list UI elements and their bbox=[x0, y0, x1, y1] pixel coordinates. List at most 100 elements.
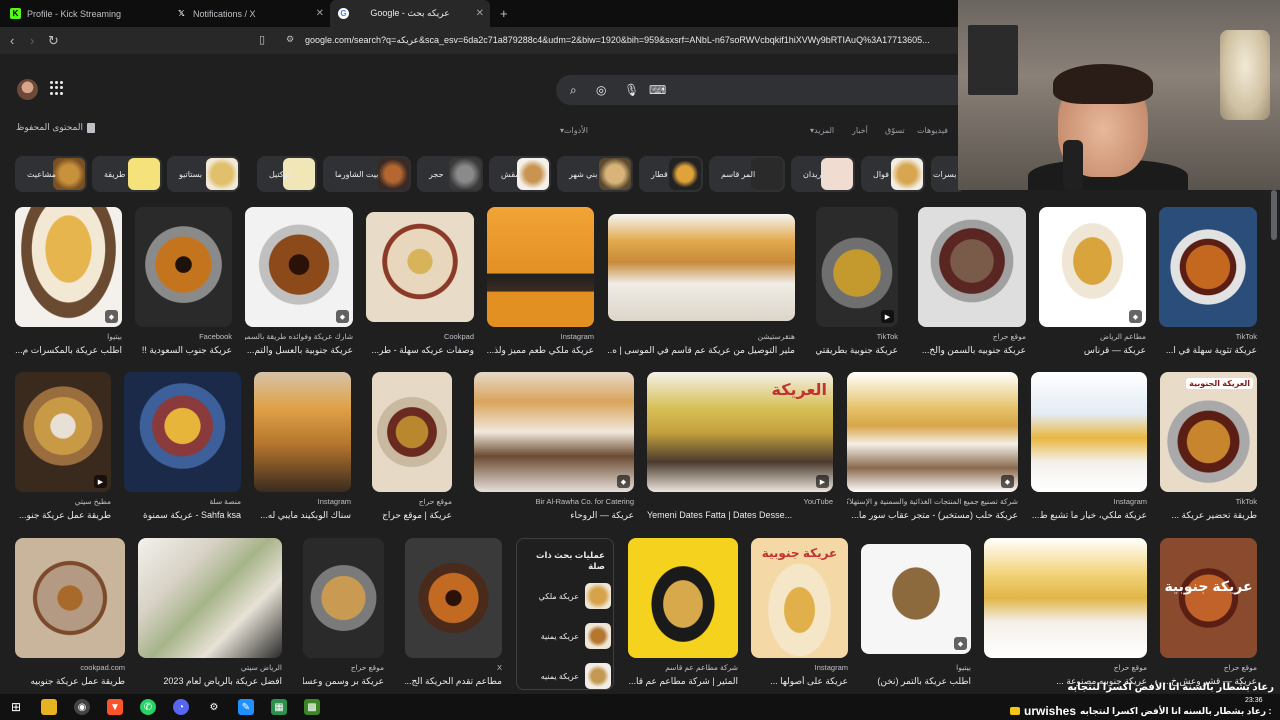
result-title: طريقة عمل عريكة جنو... bbox=[19, 510, 111, 520]
search-icon[interactable]: ⌕ bbox=[570, 83, 577, 98]
chip[interactable]: بني شهر bbox=[557, 156, 633, 192]
shopping-filter[interactable]: تسوّق bbox=[885, 126, 905, 135]
file-explorer-icon[interactable] bbox=[41, 699, 57, 715]
save-icon[interactable]: ◆ bbox=[1001, 475, 1014, 488]
result-image[interactable] bbox=[608, 214, 795, 321]
save-icon[interactable]: ◆ bbox=[336, 310, 349, 323]
save-icon[interactable]: ◆ bbox=[954, 637, 967, 650]
play-icon[interactable]: ▶ bbox=[816, 475, 829, 488]
chip[interactable]: طريقة bbox=[92, 156, 162, 192]
result-image[interactable]: ▶ bbox=[816, 207, 898, 327]
result-image[interactable] bbox=[366, 212, 474, 322]
back-icon[interactable]: ‹ bbox=[10, 33, 14, 48]
lens-icon[interactable]: ◎ bbox=[596, 83, 606, 97]
result-image[interactable]: ◆ bbox=[245, 207, 353, 327]
discord-icon[interactable]: ◔ bbox=[173, 699, 189, 715]
result-image[interactable]: ▶ bbox=[15, 372, 111, 492]
result-source: Instagram bbox=[814, 663, 848, 672]
chip[interactable]: قطار bbox=[639, 156, 703, 192]
obs-icon[interactable]: ⚙ bbox=[206, 699, 222, 715]
related-item[interactable]: عريكة ملكي bbox=[523, 581, 611, 611]
result-image[interactable] bbox=[984, 538, 1147, 658]
tools-filter[interactable]: ▾ الأدوات bbox=[560, 126, 588, 135]
result-source: cookpad.com bbox=[80, 663, 125, 672]
result-image[interactable] bbox=[628, 538, 738, 658]
site-info-icon[interactable]: ⚙ bbox=[286, 34, 294, 45]
page-scrollbar[interactable] bbox=[1271, 190, 1277, 240]
app-icon[interactable]: ✎ bbox=[238, 699, 254, 715]
result-image[interactable] bbox=[1031, 372, 1147, 492]
image-text: عريكة جنوبية bbox=[1164, 578, 1253, 594]
result-image[interactable] bbox=[1159, 207, 1257, 327]
steam-icon[interactable]: ◉ bbox=[74, 699, 90, 715]
chip[interactable]: فوال bbox=[861, 156, 925, 192]
close-tab-icon[interactable]: ✕ bbox=[316, 8, 324, 19]
tab-google[interactable]: G Google - عريكه بحث ✕ bbox=[330, 0, 490, 27]
tab-kick[interactable]: K Profile - Kick Streaming bbox=[2, 0, 168, 27]
result-image[interactable]: ◆ bbox=[1039, 207, 1146, 327]
result-title: عريكة | موقع حراج bbox=[382, 510, 452, 520]
close-tab-icon[interactable]: ✕ bbox=[476, 8, 484, 19]
microphone-icon[interactable]: 🎙 bbox=[624, 83, 639, 97]
save-icon[interactable]: ◆ bbox=[617, 475, 630, 488]
chip[interactable]: بسرات bbox=[931, 156, 961, 192]
calendar-icon[interactable]: ▦ bbox=[271, 699, 287, 715]
chip[interactable]: المر قاسم bbox=[709, 156, 785, 192]
play-icon[interactable]: ▶ bbox=[881, 310, 894, 323]
result-image[interactable]: عريكة جنوبية bbox=[751, 538, 848, 658]
chip-thumb bbox=[449, 158, 481, 190]
save-icon[interactable]: ◆ bbox=[1129, 310, 1142, 323]
search-box[interactable]: ⌕ ◎ 🎙 ⌨ bbox=[556, 75, 958, 105]
result-image[interactable] bbox=[254, 372, 351, 492]
result-image[interactable] bbox=[918, 207, 1026, 327]
play-icon[interactable]: ▶ bbox=[94, 475, 107, 488]
chip[interactable]: مقش bbox=[489, 156, 551, 192]
result-image[interactable]: ◆ bbox=[847, 372, 1018, 492]
saved-content-link[interactable]: المحتوى المحفوظ bbox=[16, 122, 95, 133]
result-image[interactable] bbox=[405, 538, 502, 658]
forward-icon[interactable]: › bbox=[30, 33, 34, 48]
address-bar[interactable]: ⚙ google.com/search?q=عريكه&sca_esv=6da2… bbox=[280, 30, 956, 51]
save-icon[interactable]: ◆ bbox=[105, 310, 118, 323]
result-title: طريقة عمل عريكة جنوبيه bbox=[30, 676, 125, 686]
news-filter[interactable]: أخبار bbox=[852, 126, 868, 135]
reload-icon[interactable]: ↻ bbox=[48, 33, 59, 49]
chip[interactable]: بستاتيو bbox=[167, 156, 240, 192]
videos-filter[interactable]: فيديوهات bbox=[917, 126, 948, 135]
apps-grid-icon[interactable] bbox=[50, 81, 64, 95]
more-filter[interactable]: ▾ المزيد bbox=[810, 126, 834, 135]
whatsapp-icon[interactable]: ✆ bbox=[140, 699, 156, 715]
result-image[interactable]: عريكة جنوبية bbox=[1160, 538, 1257, 658]
chip[interactable]: مشاعيث bbox=[15, 156, 87, 192]
result-image[interactable] bbox=[138, 538, 282, 658]
result-source: Instagram bbox=[560, 332, 594, 341]
bookmark-icon[interactable]: ▯ bbox=[259, 33, 265, 46]
windows-start-icon[interactable]: ⊞ bbox=[8, 699, 24, 715]
chip[interactable]: كوكتيل bbox=[257, 156, 317, 192]
avatar[interactable] bbox=[17, 79, 38, 100]
result-image[interactable] bbox=[372, 372, 452, 492]
result-image[interactable] bbox=[303, 538, 384, 658]
result-image[interactable]: ◆ bbox=[861, 544, 971, 654]
minecraft-icon[interactable]: ▩ bbox=[304, 699, 320, 715]
chip-label: بني شهر bbox=[569, 169, 598, 179]
result-image[interactable] bbox=[15, 538, 125, 658]
brave-icon[interactable]: ▼ bbox=[107, 699, 123, 715]
chip[interactable]: ريدان bbox=[791, 156, 855, 192]
keyboard-icon[interactable]: ⌨ bbox=[649, 83, 666, 97]
result-image[interactable] bbox=[487, 207, 594, 327]
chip[interactable]: بيت الشاورما bbox=[323, 156, 411, 192]
result-image[interactable]: ◆ bbox=[15, 207, 122, 327]
result-image[interactable] bbox=[135, 207, 232, 327]
result-image[interactable] bbox=[124, 372, 241, 492]
chip-thumb bbox=[206, 158, 238, 190]
result-image[interactable]: ◆ bbox=[474, 372, 634, 492]
chip-label: بستاتيو bbox=[179, 169, 202, 179]
related-item[interactable]: عريكه يمنية bbox=[523, 621, 611, 651]
result-image[interactable]: العريكة الجنوبية bbox=[1160, 372, 1257, 492]
new-tab-button[interactable]: + bbox=[500, 6, 508, 21]
tab-x[interactable]: 𝕏 Notifications / X ✕ bbox=[168, 0, 330, 27]
result-image[interactable]: العريكة ▶ bbox=[647, 372, 833, 492]
chip[interactable]: حجر bbox=[417, 156, 483, 192]
related-item[interactable]: عريكة يمنيه bbox=[523, 661, 611, 691]
